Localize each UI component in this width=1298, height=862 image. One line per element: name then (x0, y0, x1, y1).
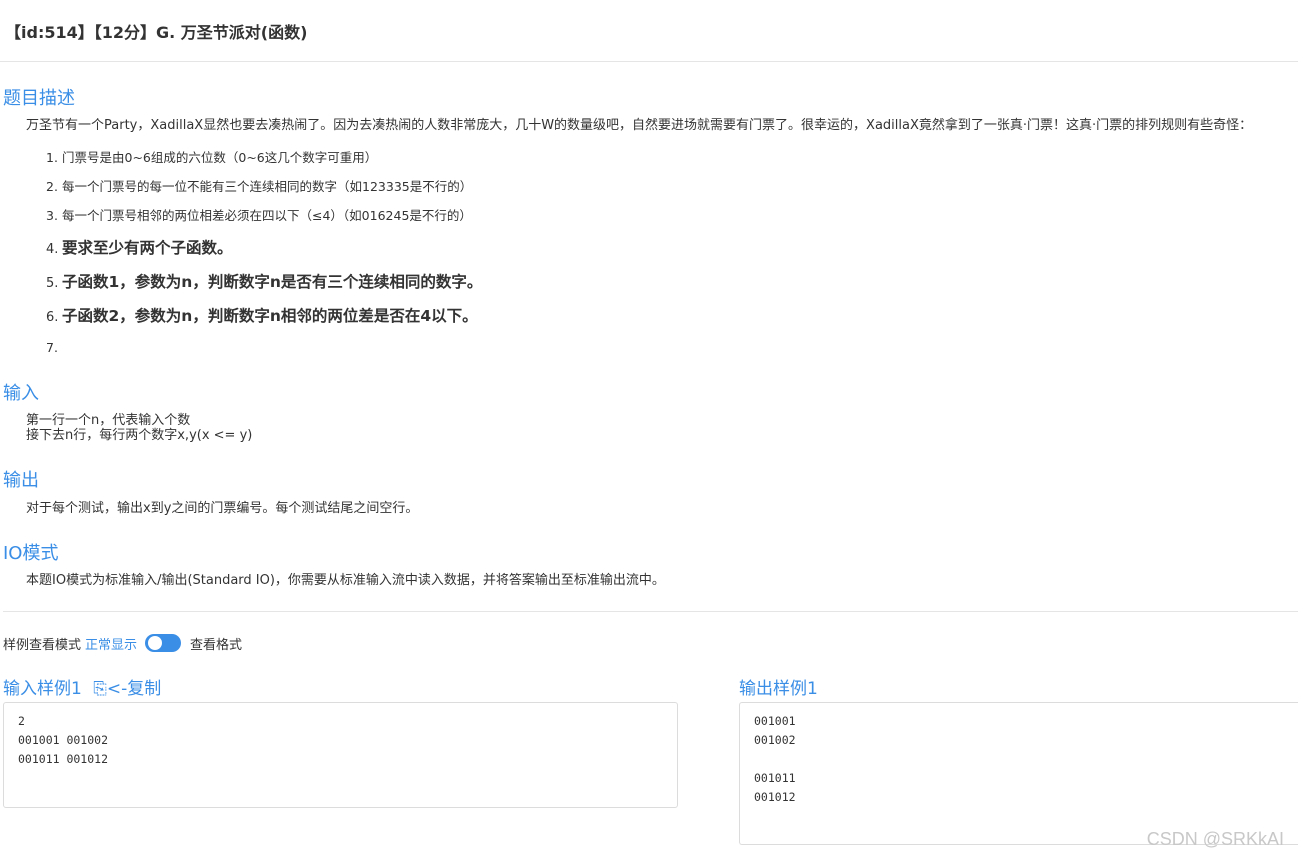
copy-icon: ⎘ (93, 679, 107, 699)
rule-item-6: 6. 子函数2，参数为n，判断数字n相邻的两位差是否在4以下。 (46, 307, 478, 325)
watermark: CSDN @SRKkAI (1146, 829, 1284, 849)
rule-item-2: 2. 每一个门票号的每一位不能有三个连续相同的数字（如123335是不行的） (46, 179, 473, 194)
toggle-knob (148, 636, 163, 650)
input-line-1: 第一行一个n，代表输入个数 (26, 413, 191, 428)
title-bar: 【id:514】【12分】G. 万圣节派对(函数) (0, 0, 1298, 62)
output-heading: 输出 (3, 470, 39, 491)
io-mode-heading: IO模式 (3, 543, 59, 564)
description-heading: 题目描述 (3, 88, 75, 109)
sample-mode-format-option[interactable]: 查看格式 (190, 634, 242, 653)
input-sample-heading: 输入样例1 ⎘<-复制 (3, 674, 161, 699)
sample-mode-row: 样例查看模式 正常显示 查看格式 (3, 632, 242, 654)
sample-mode-label: 样例查看模式 (3, 637, 82, 653)
sample-mode-toggle[interactable] (145, 634, 182, 652)
output-text: 对于每个测试，输出x到y之间的门票编号。每个测试结尾之间空行。 (26, 501, 419, 516)
rule-item-5: 5. 子函数1，参数为n，判断数字n是否有三个连续相同的数字。 (46, 273, 483, 291)
output-sample-heading: 输出样例1 (739, 679, 818, 699)
io-mode-text: 本题IO模式为标准输入/输出(Standard IO)，你需要从标准输入流中读入… (26, 573, 665, 588)
rule-item-1: 1. 门票号是由0~6组成的六位数（0~6这几个数字可重用） (46, 150, 378, 165)
description-intro: 万圣节有一个Party，XadillaX显然也要去凑热闹了。因为去凑热闹的人数非… (26, 118, 1253, 133)
output-sample-box[interactable]: 001001 001002 001011 001012 (739, 702, 1298, 845)
section-divider (3, 611, 1298, 612)
input-heading: 输入 (3, 383, 39, 404)
copy-input-sample-link[interactable]: ⎘<-复制 (93, 679, 161, 699)
sample-mode-normal-option[interactable]: 正常显示 (85, 634, 137, 653)
page-title: 【id:514】【12分】G. 万圣节派对(函数) (5, 23, 308, 42)
rule-item-7: 7. (46, 340, 58, 355)
rule-item-4: 4. 要求至少有两个子函数。 (46, 239, 233, 257)
input-sample-title: 输入样例1 (3, 679, 82, 699)
input-line-2: 接下去n行，每行两个数字x,y(x <= y) (26, 428, 253, 443)
rule-item-3: 3. 每一个门票号相邻的两位相差必须在四以下（≤4）（如016245是不行的） (46, 208, 472, 223)
input-sample-box[interactable]: 2 001001 001002 001011 001012 (3, 702, 678, 808)
